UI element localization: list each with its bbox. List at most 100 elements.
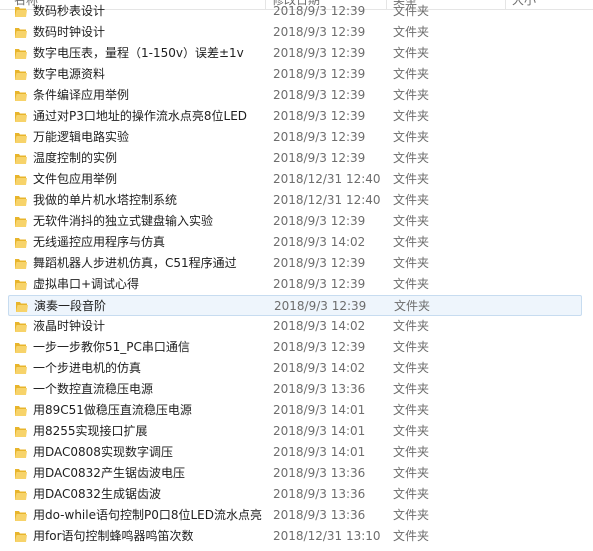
item-type: 文件夹: [393, 88, 430, 102]
item-name: 用do-while语句控制P0口8位LED流水点亮: [33, 508, 262, 522]
item-date: 2018/9/3 12:39: [273, 214, 366, 228]
item-name: 我做的单片机水塔控制系统: [33, 193, 178, 207]
list-item[interactable]: 演奏一段音阶 2018/9/3 12:39 文件夹: [8, 295, 582, 316]
item-name: 用DAC0808实现数字调压: [33, 445, 173, 459]
item-date: 2018/9/3 14:01: [273, 424, 366, 438]
list-item[interactable]: 文件包应用举例 2018/12/31 12:40 文件夹: [8, 169, 582, 190]
item-name: 数码秒表设计: [33, 4, 106, 18]
list-item[interactable]: 数字电压表，量程（1-150v）误差±1v 2018/9/3 12:39 文件夹: [8, 43, 582, 64]
item-name: 用for语句控制蜂鸣器鸣笛次数: [33, 529, 194, 543]
folder-icon: [14, 529, 28, 543]
item-type: 文件夹: [393, 130, 430, 144]
folder-icon: [14, 25, 28, 39]
item-date: 2018/9/3 12:39: [273, 256, 366, 270]
item-type: 文件夹: [393, 361, 430, 375]
item-type: 文件夹: [393, 193, 430, 207]
item-date: 2018/9/3 13:36: [273, 382, 366, 396]
folder-icon: [15, 299, 29, 313]
list-item[interactable]: 虚拟串口+调试心得 2018/9/3 12:39 文件夹: [8, 274, 582, 295]
item-type: 文件夹: [393, 214, 430, 228]
folder-icon: [14, 319, 28, 333]
list-item[interactable]: 通过对P3口地址的操作流水点亮8位LED 2018/9/3 12:39 文件夹: [8, 106, 582, 127]
item-name: 虚拟串口+调试心得: [33, 277, 140, 291]
folder-icon: [14, 403, 28, 417]
item-date: 2018/9/3 13:36: [273, 487, 366, 501]
item-name: 条件编译应用举例: [33, 88, 130, 102]
list-item[interactable]: 万能逻辑电路实验 2018/9/3 12:39 文件夹: [8, 127, 582, 148]
item-type: 文件夹: [393, 151, 430, 165]
list-item[interactable]: 一个数控直流稳压电源 2018/9/3 13:36 文件夹: [8, 379, 582, 400]
item-type: 文件夹: [393, 256, 430, 270]
item-name: 万能逻辑电路实验: [33, 130, 130, 144]
list-item[interactable]: 用8255实现接口扩展 2018/9/3 14:01 文件夹: [8, 421, 582, 442]
item-name: 用8255实现接口扩展: [33, 424, 148, 438]
item-name: 一个数控直流稳压电源: [33, 382, 154, 396]
item-date: 2018/9/3 12:39: [273, 67, 366, 81]
item-type: 文件夹: [393, 25, 430, 39]
folder-icon: [14, 445, 28, 459]
item-type: 文件夹: [393, 277, 430, 291]
item-name: 数码时钟设计: [33, 25, 106, 39]
list-item[interactable]: 舞蹈机器人步进机仿真，C51程序通过 2018/9/3 12:39 文件夹: [8, 253, 582, 274]
item-date: 2018/9/3 12:39: [273, 46, 366, 60]
list-item[interactable]: 用89C51做稳压直流稳压电源 2018/9/3 14:01 文件夹: [8, 400, 582, 421]
list-item[interactable]: 液晶时钟设计 2018/9/3 14:02 文件夹: [8, 316, 582, 337]
folder-icon: [14, 361, 28, 375]
item-type: 文件夹: [393, 319, 430, 333]
list-item[interactable]: 无线遥控应用程序与仿真 2018/9/3 14:02 文件夹: [8, 232, 582, 253]
item-name: 无软件消抖的独立式键盘输入实验: [33, 214, 214, 228]
item-type: 文件夹: [393, 424, 430, 438]
item-type: 文件夹: [393, 382, 430, 396]
list-item[interactable]: 用for语句控制蜂鸣器鸣笛次数 2018/12/31 13:10 文件夹: [8, 526, 582, 547]
item-name: 数字电压表，量程（1-150v）误差±1v: [33, 46, 244, 60]
item-date: 2018/9/3 12:39: [273, 4, 366, 18]
list-item[interactable]: 数码时钟设计 2018/9/3 12:39 文件夹: [8, 22, 582, 43]
folder-icon: [14, 109, 28, 123]
item-type: 文件夹: [393, 109, 430, 123]
list-item[interactable]: 用DAC0808实现数字调压 2018/9/3 14:01 文件夹: [8, 442, 582, 463]
item-type: 文件夹: [393, 487, 430, 501]
item-date: 2018/9/3 12:39: [273, 109, 366, 123]
item-type: 文件夹: [393, 67, 430, 81]
item-type: 文件夹: [393, 508, 430, 522]
item-date: 2018/12/31 13:10: [273, 529, 381, 543]
item-date: 2018/9/3 14:02: [273, 319, 366, 333]
item-name: 用DAC0832产生锯齿波电压: [33, 466, 185, 480]
list-item[interactable]: 数码秒表设计 2018/9/3 12:39 文件夹: [8, 1, 582, 22]
item-name: 一个步进电机的仿真: [33, 361, 142, 375]
list-item[interactable]: 一步一步教你51_PC串口通信 2018/9/3 12:39 文件夹: [8, 337, 582, 358]
list-item[interactable]: 用DAC0832生成锯齿波 2018/9/3 13:36 文件夹: [8, 484, 582, 505]
item-type: 文件夹: [393, 445, 430, 459]
list-item[interactable]: 用DAC0832产生锯齿波电压 2018/9/3 13:36 文件夹: [8, 463, 582, 484]
item-name: 液晶时钟设计: [33, 319, 106, 333]
list-item[interactable]: 用do-while语句控制P0口8位LED流水点亮 2018/9/3 13:36 文…: [8, 505, 582, 526]
folder-icon: [14, 130, 28, 144]
item-type: 文件夹: [393, 466, 430, 480]
item-name: 用89C51做稳压直流稳压电源: [33, 403, 192, 417]
item-date: 2018/9/3 14:02: [273, 235, 366, 249]
folder-icon: [14, 88, 28, 102]
list-item[interactable]: 条件编译应用举例 2018/9/3 12:39 文件夹: [8, 85, 582, 106]
item-type: 文件夹: [393, 172, 430, 186]
folder-icon: [14, 256, 28, 270]
list-item[interactable]: 数字电源资料 2018/9/3 12:39 文件夹: [8, 64, 582, 85]
list-item[interactable]: 一个步进电机的仿真 2018/9/3 14:02 文件夹: [8, 358, 582, 379]
item-name: 数字电源资料: [33, 67, 106, 81]
item-date: 2018/9/3 12:39: [274, 299, 367, 313]
folder-icon: [14, 151, 28, 165]
list-item[interactable]: 我做的单片机水塔控制系统 2018/12/31 12:40 文件夹: [8, 190, 582, 211]
item-type: 文件夹: [393, 529, 430, 543]
folder-icon: [14, 4, 28, 18]
folder-icon: [14, 508, 28, 522]
item-name: 演奏一段音阶: [34, 299, 107, 313]
list-item[interactable]: 无软件消抖的独立式键盘输入实验 2018/9/3 12:39 文件夹: [8, 211, 582, 232]
folder-icon: [14, 382, 28, 396]
item-date: 2018/9/3 12:39: [273, 340, 366, 354]
item-name: 无线遥控应用程序与仿真: [33, 235, 166, 249]
item-date: 2018/9/3 14:01: [273, 403, 366, 417]
folder-icon: [14, 46, 28, 60]
list-item[interactable]: 温度控制的实例 2018/9/3 12:39 文件夹: [8, 148, 582, 169]
item-type: 文件夹: [393, 235, 430, 249]
item-type: 文件夹: [394, 299, 431, 313]
item-date: 2018/9/3 12:39: [273, 25, 366, 39]
